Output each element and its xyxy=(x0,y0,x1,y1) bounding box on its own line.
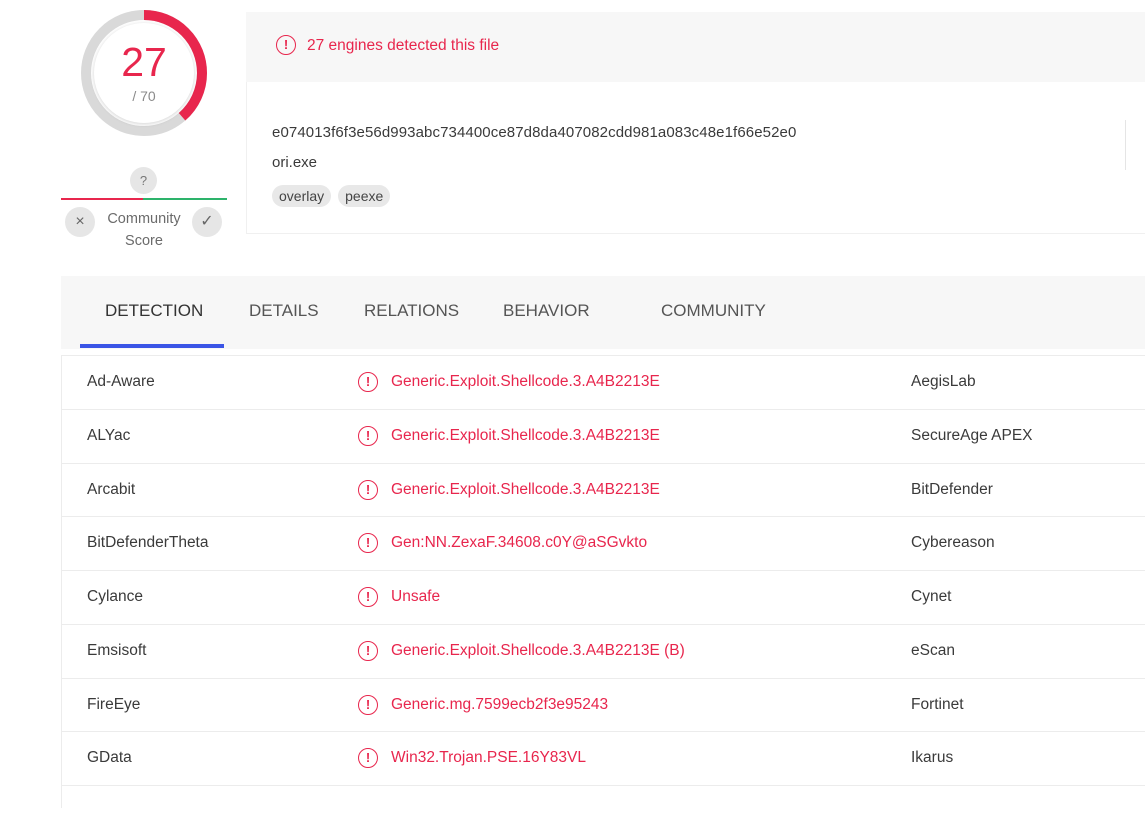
engine-name: GData xyxy=(87,749,132,767)
detection-result: Generic.Exploit.Shellcode.3.A4B2213E xyxy=(391,426,660,444)
malicious-alert-icon: ! xyxy=(358,479,378,500)
malicious-alert-icon: ! xyxy=(358,748,378,769)
engine-name: Cylance xyxy=(87,588,143,605)
detection-result: Generic.Exploit.Shellcode.3.A4B2213E xyxy=(391,480,660,498)
file-name: ori.exe xyxy=(272,154,318,171)
table-row: Emsisoft! Generic.Exploit.Shellcode.3.A4B… xyxy=(61,623,1145,678)
engine-name: Cynet xyxy=(911,588,952,605)
file-tag[interactable]: overlay xyxy=(272,185,332,207)
table-row: GData! Win32.Trojan.PSE.16Y83VL Ikarus xyxy=(61,731,1145,785)
divider xyxy=(1125,120,1126,170)
malicious-alert-icon: ! xyxy=(358,425,378,446)
malicious-alert-icon: ! xyxy=(358,533,378,554)
engine-name: BitDefenderTheta xyxy=(87,534,209,552)
tab-detection[interactable]: DETECTION xyxy=(105,301,203,321)
engine-name: eScan xyxy=(911,641,955,659)
detection-result: Win32.Trojan.PSE.16Y83VL xyxy=(391,749,587,767)
file-tags: overlay peexe xyxy=(272,185,391,207)
file-info-card xyxy=(246,82,1145,234)
table-row: Arcabit! Generic.Exploit.Shellcode.3.A4B2… xyxy=(61,462,1145,517)
engine-name: AegisLab xyxy=(911,373,976,390)
community-negative-bar xyxy=(61,198,143,200)
total-engines: / 70 xyxy=(132,88,156,104)
detection-summary: 27 engines detected this file xyxy=(307,37,500,54)
malicious-alert-icon: ! xyxy=(358,587,378,607)
table-row: Ad-Aware! Generic.Exploit.Shellcode.3.A4B… xyxy=(61,355,1145,409)
engine-name: FireEye xyxy=(87,695,141,713)
engine-name: Cybereason xyxy=(911,534,995,552)
table-row: FireEye! Generic.mg.7599ecb2f3e95243 Forti… xyxy=(61,677,1145,732)
detection-score-gauge: 27 / 70 xyxy=(80,9,208,137)
table-row: Cylance! Unsafe Cynet xyxy=(61,570,1145,624)
vote-malicious-icon[interactable]: × xyxy=(65,207,95,237)
table-row: ALYac! Generic.Exploit.Shellcode.3.A4B221… xyxy=(61,408,1145,463)
detection-result: Generic.mg.7599ecb2f3e95243 xyxy=(391,695,609,713)
engine-name: Fortinet xyxy=(911,695,964,713)
tab-bar xyxy=(61,276,1145,349)
engine-name: BitDefender xyxy=(911,480,993,498)
detections-table: Ad-Aware! Generic.Exploit.Shellcode.3.A4B… xyxy=(61,355,1145,839)
engine-name: ALYac xyxy=(87,426,131,444)
engine-name: Ikarus xyxy=(911,749,954,767)
alert-icon: ! xyxy=(276,35,296,55)
malicious-alert-icon: ! xyxy=(358,372,378,392)
community-score-label: Community Score xyxy=(107,211,181,249)
malicious-alert-icon: ! xyxy=(358,694,378,715)
tab-behavior[interactable]: BEHAVIOR xyxy=(503,301,590,321)
file-hash[interactable]: e074013f6f3e56d993abc734400ce87d8da40708… xyxy=(272,124,796,141)
engine-name: SecureAge APEX xyxy=(911,426,1033,444)
vote-harmless-icon[interactable]: ✓ xyxy=(192,207,222,237)
community-score-help-icon[interactable]: ? xyxy=(130,167,157,194)
table-row: BitDefenderTheta! Gen:NN.ZexaF.34608.c0Y@… xyxy=(61,516,1145,570)
detected-count: 27 xyxy=(121,39,167,85)
detection-result: Generic.Exploit.Shellcode.3.A4B2213E (B) xyxy=(391,641,685,659)
active-tab-indicator xyxy=(80,344,224,348)
tab-details[interactable]: DETAILS xyxy=(249,301,319,321)
detection-result: Unsafe xyxy=(391,588,441,605)
community-positive-bar xyxy=(143,198,227,200)
tab-relations[interactable]: RELATIONS xyxy=(364,301,459,321)
file-tag[interactable]: peexe xyxy=(338,185,391,207)
tab-community[interactable]: COMMUNITY xyxy=(661,301,766,321)
malicious-alert-icon: ! xyxy=(358,640,378,661)
engine-name: Ad-Aware xyxy=(87,373,155,390)
engine-name: Emsisoft xyxy=(87,641,147,659)
detection-result: Generic.Exploit.Shellcode.3.A4B2213E xyxy=(391,373,660,390)
table-row xyxy=(61,785,1145,839)
engine-name: Arcabit xyxy=(87,480,136,498)
detection-result: Gen:NN.ZexaF.34608.c0Y@aSGvkto xyxy=(391,534,648,552)
